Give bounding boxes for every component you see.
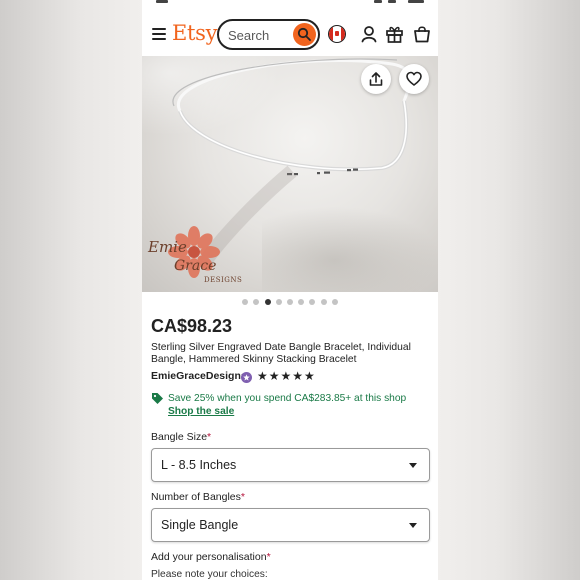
chevron-down-icon	[409, 463, 417, 468]
status-bar	[142, 0, 438, 8]
bangle-size-select[interactable]: L - 8.5 Inches	[151, 448, 430, 482]
search-icon	[297, 27, 311, 41]
chevron-down-icon	[409, 523, 417, 528]
rating-stars[interactable]: ★★★★★	[257, 369, 316, 383]
number-of-bangles-select[interactable]: Single Bangle	[151, 508, 430, 542]
gallery-dot[interactable]	[309, 299, 316, 305]
search-button[interactable]	[293, 23, 316, 46]
gallery-dot[interactable]	[275, 299, 282, 305]
watermark-text-2: Grace	[174, 258, 217, 274]
personalisation-label: Add your personalisation*	[151, 551, 271, 563]
product-image[interactable]: Emie Grace DESIGNS	[142, 56, 438, 292]
phone-screen: Etsy Search Emie Grace DESIGNS CA$98.23 …	[142, 0, 438, 580]
share-button[interactable]	[361, 64, 391, 94]
hamburger-menu-icon[interactable]	[152, 28, 166, 40]
number-of-bangles-label: Number of Bangles*	[151, 491, 245, 503]
gallery-pagination	[142, 299, 438, 307]
shop-the-sale-link[interactable]: Shop the sale	[168, 406, 234, 417]
shop-name-link[interactable]: EmieGraceDesigns	[151, 370, 247, 382]
tag-icon	[152, 393, 163, 404]
product-price: CA$98.23	[151, 316, 233, 336]
gallery-dot[interactable]	[287, 299, 293, 305]
shop-watermark: Emie Grace DESIGNS	[146, 226, 242, 290]
gallery-dot[interactable]	[264, 299, 271, 305]
gallery-dot[interactable]	[253, 299, 260, 305]
watermark-text-1: Emie	[148, 238, 187, 256]
gallery-dot[interactable]	[242, 299, 249, 305]
heart-icon	[406, 71, 422, 86]
number-of-bangles-value: Single Bangle	[161, 518, 239, 532]
gallery-dot[interactable]	[320, 299, 327, 305]
etsy-logo[interactable]: Etsy	[172, 21, 218, 45]
gift-icon[interactable]	[386, 25, 403, 43]
bangle-size-label: Bangle Size*	[151, 431, 212, 443]
personalisation-note: Please note your choices:	[151, 569, 268, 580]
favorite-button[interactable]	[399, 64, 429, 94]
gallery-dot[interactable]	[298, 299, 305, 305]
product-title: Sterling Silver Engraved Date Bangle Bra…	[151, 342, 411, 365]
bangle-size-value: L - 8.5 Inches	[161, 458, 237, 472]
cart-icon[interactable]	[414, 25, 430, 43]
top-header: Etsy Search	[142, 14, 438, 54]
watermark-text-3: DESIGNS	[204, 276, 243, 284]
star-seller-badge-icon	[241, 372, 252, 383]
search-input[interactable]: Search	[228, 28, 269, 43]
canada-flag-icon[interactable]	[328, 25, 346, 43]
account-icon[interactable]	[361, 25, 377, 43]
promo-text: Save 25% when you spend CA$283.85+ at th…	[168, 393, 407, 404]
gallery-dot[interactable]	[331, 299, 338, 305]
search-bar[interactable]: Search	[217, 19, 320, 50]
share-icon	[369, 72, 383, 86]
